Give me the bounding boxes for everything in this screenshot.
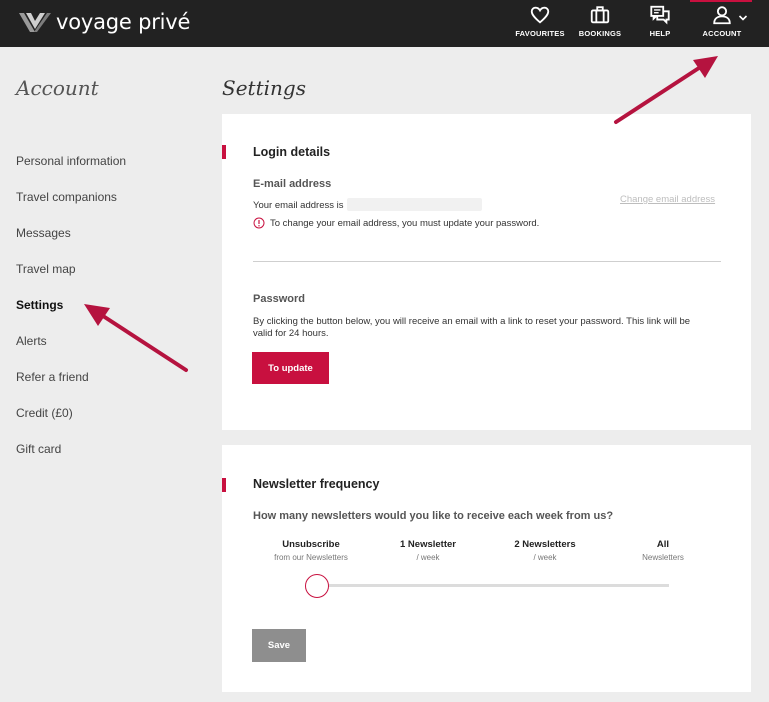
arrow-to-settings-icon	[84, 304, 188, 372]
annotation-arrows	[84, 56, 718, 372]
arrow-to-account-icon	[614, 56, 718, 124]
